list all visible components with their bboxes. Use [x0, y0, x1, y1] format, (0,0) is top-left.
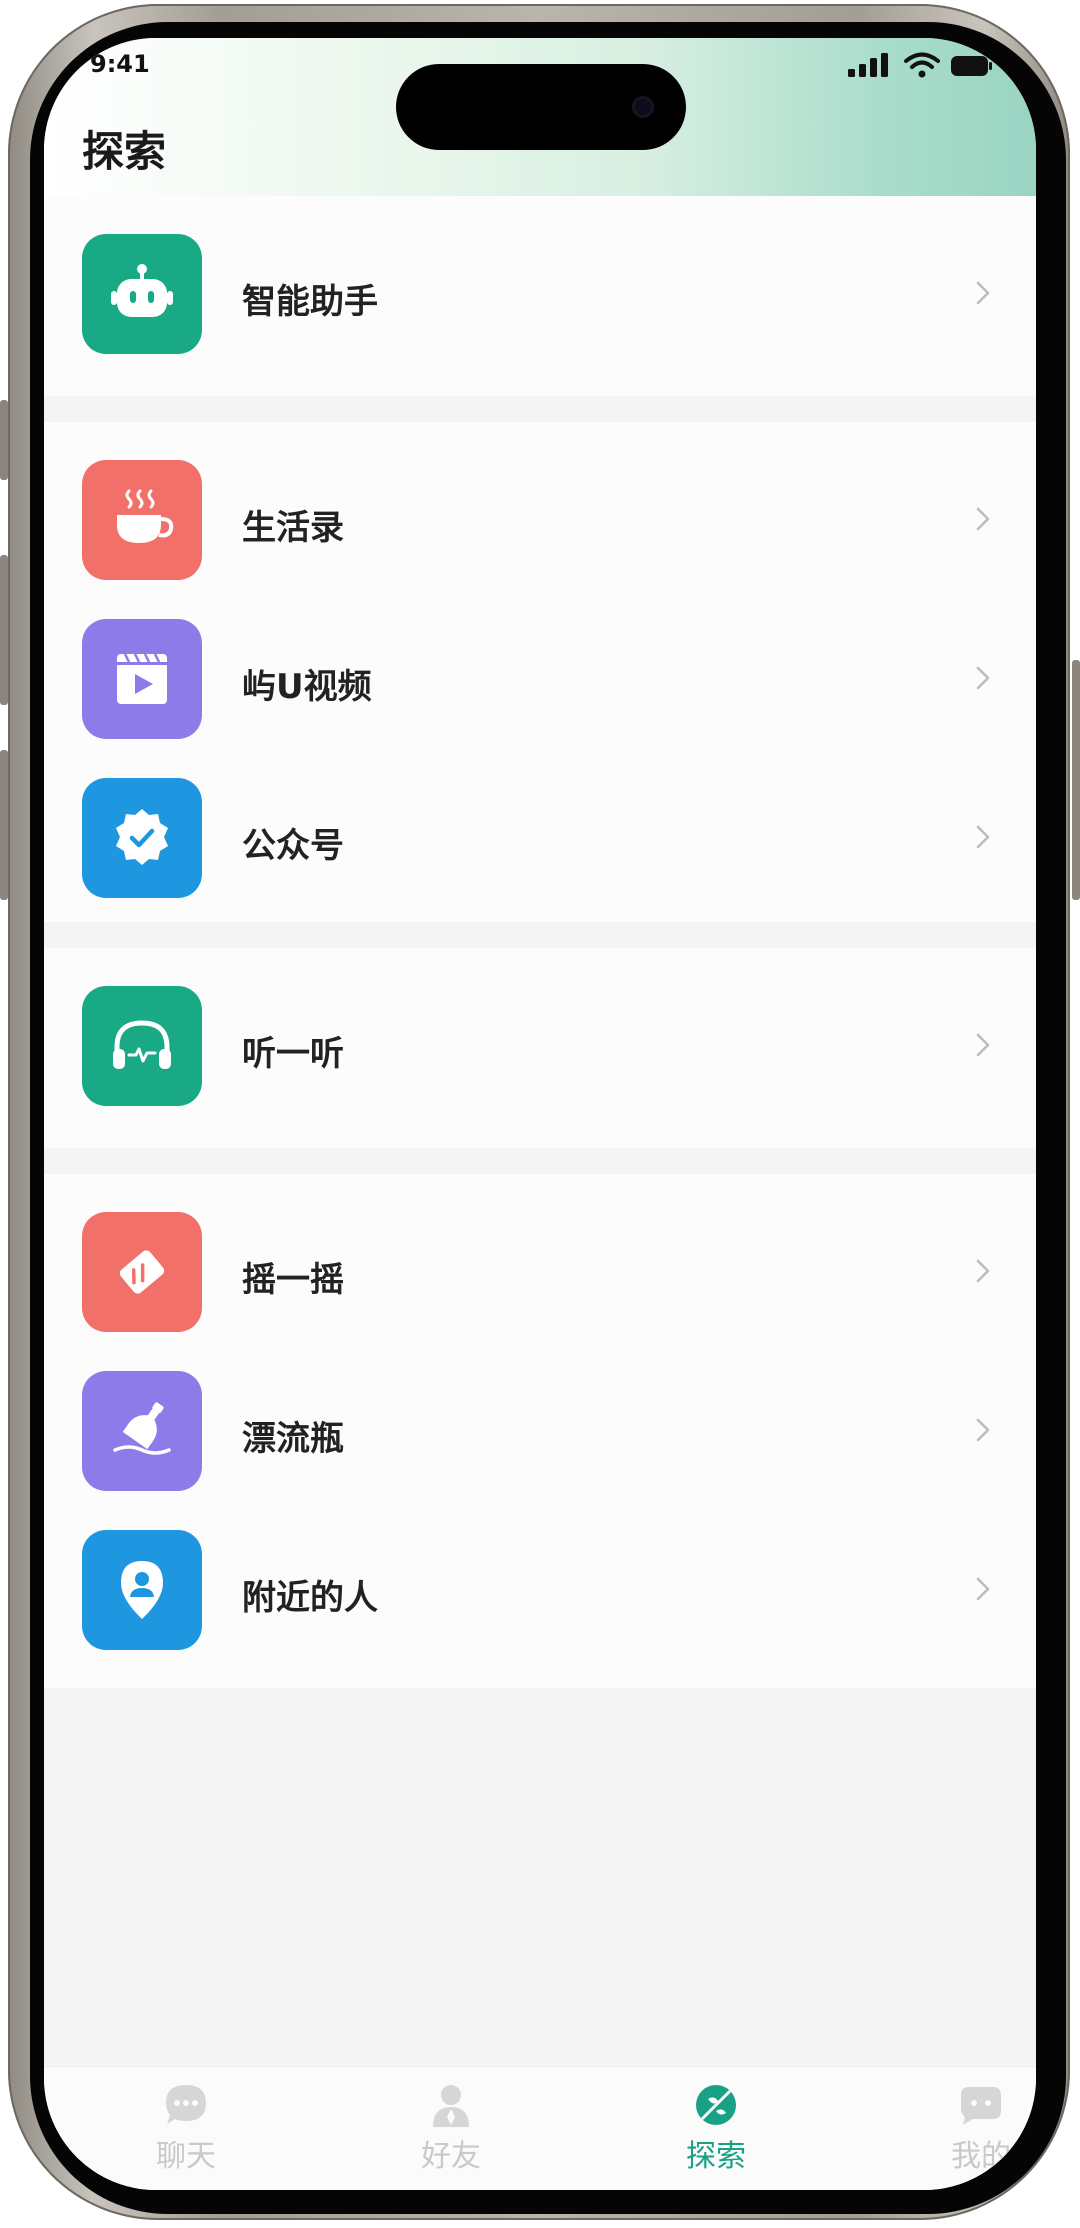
bottom-tab-bar: 聊天 好友 探索 我的 [44, 2066, 1036, 2190]
page-title: 探索 [82, 127, 167, 176]
wifi-icon [904, 52, 940, 78]
drift-bottle-icon [82, 1371, 202, 1491]
section-social: 摇一摇 漂流瓶 附近的人 [44, 1174, 1036, 1688]
section-audio: 听一听 [44, 948, 1036, 1148]
list-item-nearby[interactable]: 附近的人 [44, 1492, 1036, 1651]
item-label: 摇一摇 [242, 1260, 344, 1300]
chevron-right-icon [976, 1033, 990, 1057]
tab-explore[interactable]: 探索 [636, 2067, 796, 2190]
volume-down-button [0, 750, 8, 900]
tab-friends[interactable]: 好友 [371, 2067, 531, 2190]
item-label: 附近的人 [242, 1578, 378, 1618]
action-button [0, 400, 8, 480]
tab-profile[interactable]: 我的 [901, 2067, 1036, 2190]
shake-phone-icon [82, 1212, 202, 1332]
volume-up-button [0, 555, 8, 705]
chevron-right-icon [976, 507, 990, 531]
coffee-cup-icon [82, 460, 202, 580]
item-label: 漂流瓶 [242, 1419, 344, 1459]
item-label: 屿U视频 [242, 667, 372, 707]
chevron-right-icon [976, 1259, 990, 1283]
profile-icon [961, 2087, 1001, 2125]
page-header: 9:41 探索 [44, 38, 1036, 196]
list-item-drift-bottle[interactable]: 漂流瓶 [44, 1333, 1036, 1492]
item-label: 公众号 [242, 826, 344, 866]
dynamic-island [396, 64, 686, 150]
location-person-icon [82, 1530, 202, 1650]
chevron-right-icon [976, 666, 990, 690]
status-icons [846, 52, 994, 78]
app-screen: 9:41 探索 智能助手 生活录 屿U视频 公众号 听一听 摇一摇 漂流瓶 附近… [44, 38, 1036, 2190]
friends-icon [433, 2085, 469, 2127]
signal-icon [848, 53, 888, 77]
tab-label: 好友 [421, 2139, 481, 2174]
list-item-video[interactable]: 屿U视频 [44, 581, 1036, 740]
chevron-right-icon [976, 281, 990, 305]
list-item-life-log[interactable]: 生活录 [44, 422, 1036, 581]
list-item-official-account[interactable]: 公众号 [44, 740, 1036, 899]
verified-badge-icon [82, 778, 202, 898]
battery-icon [951, 56, 992, 76]
robot-icon [82, 234, 202, 354]
chevron-right-icon [976, 825, 990, 849]
item-label: 听一听 [242, 1034, 344, 1074]
status-time: 9:41 [90, 50, 150, 78]
list-item-listen[interactable]: 听一听 [44, 948, 1036, 1107]
tab-chat[interactable]: 聊天 [106, 2067, 266, 2190]
front-camera [632, 96, 654, 118]
item-label: 智能助手 [242, 282, 378, 322]
power-button [1072, 660, 1080, 900]
explore-icon [696, 2085, 736, 2125]
headphones-icon [82, 986, 202, 1106]
video-play-icon [82, 619, 202, 739]
list-item-assistant[interactable]: 智能助手 [44, 196, 1036, 355]
list-item-shake[interactable]: 摇一摇 [44, 1174, 1036, 1333]
chat-bubble-icon [166, 2085, 206, 2124]
chevron-right-icon [976, 1577, 990, 1601]
item-label: 生活录 [242, 508, 344, 548]
tab-label: 我的 [951, 2139, 1011, 2174]
chevron-right-icon [976, 1418, 990, 1442]
section-content: 生活录 屿U视频 公众号 [44, 422, 1036, 922]
tab-label: 聊天 [156, 2139, 216, 2174]
tab-label: 探索 [686, 2139, 746, 2174]
section-assistant: 智能助手 [44, 196, 1036, 396]
